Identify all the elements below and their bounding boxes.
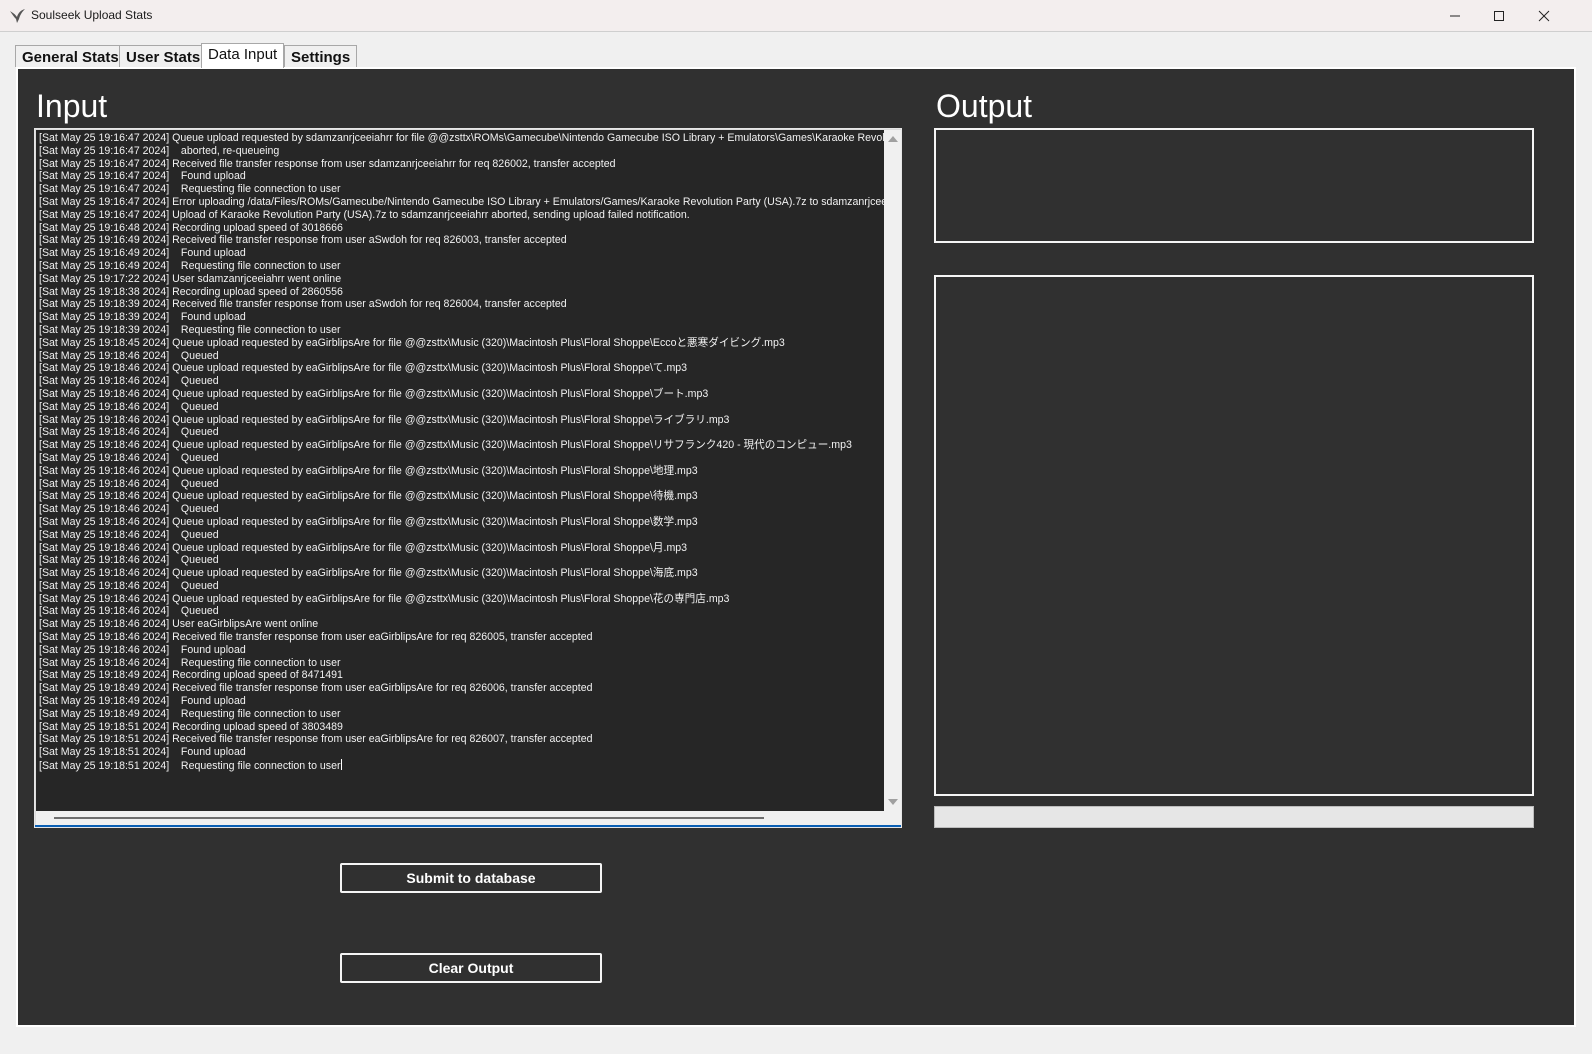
vertical-scrollbar[interactable]	[884, 130, 901, 811]
focus-underline	[35, 825, 901, 827]
input-log-textarea[interactable]: [Sat May 25 19:16:47 2024] Queue upload …	[36, 130, 884, 811]
submit-to-database-button[interactable]: Submit to database	[340, 863, 602, 893]
input-log-box: [Sat May 25 19:16:47 2024] Queue upload …	[34, 128, 902, 828]
input-heading: Input	[36, 88, 108, 124]
progress-bar	[934, 806, 1534, 828]
app-bird-icon	[10, 9, 25, 23]
horizontal-scrollbar[interactable]	[36, 811, 901, 825]
input-log-text: [Sat May 25 19:16:47 2024] Queue upload …	[39, 132, 884, 773]
output-log-box	[934, 275, 1534, 796]
output-heading: Output	[936, 88, 1033, 124]
close-button[interactable]	[1521, 0, 1567, 31]
maximize-icon	[1494, 10, 1504, 21]
tab-data-input[interactable]: Data Input	[201, 43, 285, 68]
window-title: Soulseek Upload Stats	[31, 8, 153, 22]
scroll-up-icon[interactable]	[888, 136, 898, 142]
minimize-button[interactable]	[1432, 0, 1478, 31]
maximize-button[interactable]	[1476, 0, 1522, 31]
tab-user-stats[interactable]: User Stats	[119, 45, 208, 67]
horizontal-scroll-thumb[interactable]	[54, 817, 764, 819]
output-summary-box	[934, 128, 1534, 243]
tab-settings[interactable]: Settings	[284, 45, 358, 67]
text-caret	[340, 759, 342, 771]
title-bar: Soulseek Upload Stats	[0, 0, 1592, 32]
close-icon	[1538, 10, 1550, 21]
tab-general-stats[interactable]: General Stats	[15, 45, 126, 67]
clear-output-button[interactable]: Clear Output	[340, 953, 602, 983]
scroll-down-icon[interactable]	[888, 799, 898, 805]
minimize-icon	[1450, 15, 1460, 16]
